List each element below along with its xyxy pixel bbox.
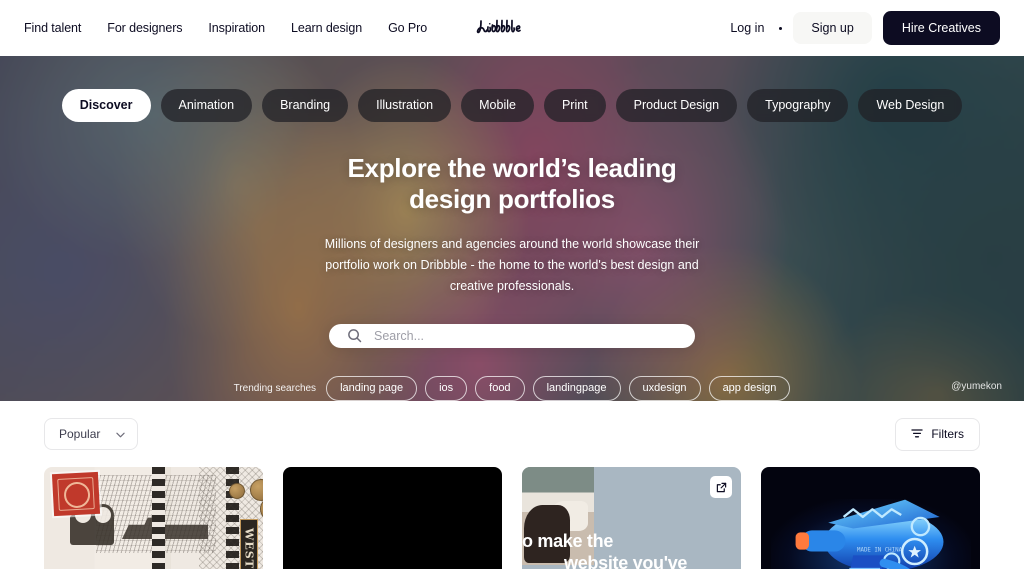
website-promo-line-2: website you've [564, 552, 688, 569]
hero-image-credit[interactable]: @yumekon [951, 381, 1002, 392]
hero-subtitle: Millions of designers and agencies aroun… [312, 234, 712, 298]
trending-searches: Trending searches landing page ios food … [233, 375, 791, 401]
nav-item-find-talent[interactable]: Find talent [24, 22, 81, 35]
shot-card-westward[interactable]: WESTWARD WESTWARD [44, 467, 263, 569]
trending-searches-label: Trending searches [233, 382, 317, 394]
category-pill-row: Discover Animation Branding Illustration… [61, 89, 963, 122]
category-pill-mobile[interactable]: Mobile [461, 89, 534, 122]
external-link-icon[interactable] [710, 476, 732, 498]
website-promo-headline: o make the website you've always wanted [522, 531, 741, 569]
category-pill-animation[interactable]: Animation [160, 89, 253, 122]
category-pill-typography[interactable]: Typography [747, 89, 849, 122]
account-actions: Log in Sign up Hire Creatives [724, 10, 1000, 46]
trending-pill-landing-page[interactable]: landing page [326, 375, 418, 401]
filter-bar: Popular Filters [0, 401, 1024, 467]
trending-pill-landingpage[interactable]: landingpage [532, 375, 621, 401]
trending-pill-food[interactable]: food [475, 375, 525, 401]
shot-card-website-promo[interactable]: o make the website you've always wanted [522, 467, 741, 569]
dribbble-wordmark-icon [476, 19, 521, 34]
shot-card-raygun[interactable]: MADE IN CHINA [761, 467, 980, 569]
hero-subtitle-line-2: Dribbble - the home to the world's best … [420, 258, 699, 294]
chevron-down-icon [116, 428, 126, 440]
page-root: Find talent For designers Inspiration Le… [0, 0, 1024, 569]
nav-item-go-pro[interactable]: Go Pro [388, 22, 427, 35]
hero-section: Discover Animation Branding Illustration… [0, 56, 1024, 401]
primary-nav: Find talent For designers Inspiration Le… [24, 22, 427, 35]
filter-icon [911, 428, 923, 441]
sort-dropdown[interactable]: Popular [44, 418, 139, 450]
nav-item-inspiration[interactable]: Inspiration [208, 22, 265, 35]
trending-pill-uxdesign[interactable]: uxdesign [628, 375, 701, 401]
filters-button[interactable]: Filters [895, 417, 980, 451]
nav-item-for-designers[interactable]: For designers [107, 22, 182, 35]
westward-vertical-title-plate: WESTWARD [240, 519, 258, 569]
raygun-illustration-icon: MADE IN CHINA [795, 499, 944, 569]
category-pill-discover[interactable]: Discover [61, 89, 151, 122]
westward-filmstrip-left [152, 467, 165, 569]
website-promo-line-1: o make the [522, 531, 614, 551]
svg-text:MADE IN CHINA: MADE IN CHINA [857, 548, 903, 554]
category-pill-branding[interactable]: Branding [262, 89, 349, 122]
nav-item-learn-design[interactable]: Learn design [291, 22, 362, 35]
westward-film-camera-illustration [70, 504, 114, 545]
hire-creatives-button[interactable]: Hire Creatives [882, 10, 1000, 46]
search-bar[interactable] [329, 323, 695, 348]
hero-title-line-1: Explore the world’s leading [347, 152, 677, 183]
category-pill-product-design[interactable]: Product Design [615, 89, 738, 122]
search-icon [347, 328, 362, 343]
top-navigation: Find talent For designers Inspiration Le… [0, 0, 1024, 56]
westward-coin-3 [229, 483, 245, 499]
category-pill-web-design[interactable]: Web Design [858, 89, 963, 122]
dribbble-logo[interactable] [474, 16, 550, 40]
filters-button-label: Filters [931, 427, 964, 441]
search-input[interactable] [374, 328, 677, 343]
trending-pill-app-design[interactable]: app design [708, 375, 791, 401]
shot-grid: WESTWARD WESTWARD [0, 467, 1024, 569]
westward-vertical-title-text: WESTWARD [243, 528, 256, 569]
shot-card-aurahub[interactable]: Aurahub [283, 467, 502, 569]
login-link[interactable]: Log in [724, 22, 770, 35]
trending-pill-ios[interactable]: ios [425, 375, 468, 401]
sort-dropdown-label: Popular [59, 427, 101, 441]
page-title: Explore the world’s leading design portf… [348, 153, 677, 216]
category-pill-illustration[interactable]: Illustration [358, 89, 452, 122]
nav-separator-dot [779, 26, 783, 30]
hero-title-line-2: design portfolios [409, 184, 615, 215]
category-pill-print[interactable]: Print [543, 89, 606, 122]
westward-postage-stamp [51, 471, 101, 517]
sign-up-button[interactable]: Sign up [793, 11, 872, 45]
